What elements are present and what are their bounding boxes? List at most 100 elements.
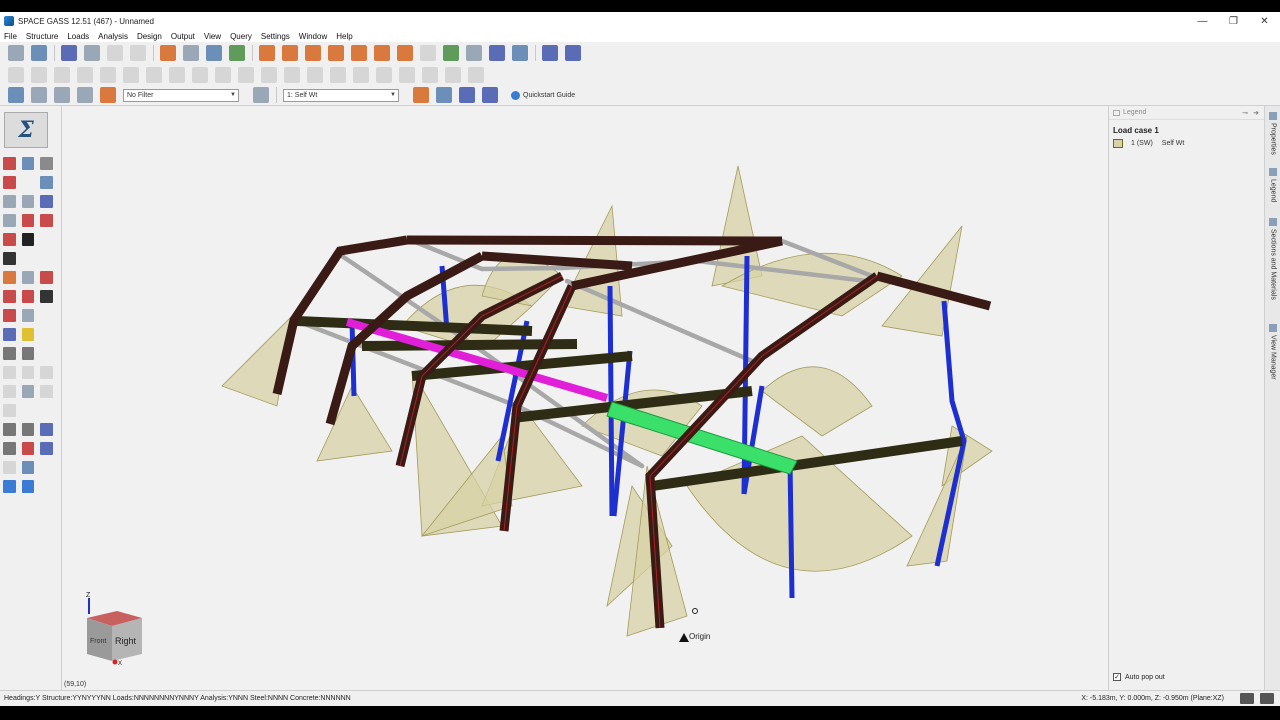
- load-display-icon[interactable]: [413, 87, 429, 103]
- wall-tool-icon[interactable]: [21, 290, 35, 303]
- render-tool-icon[interactable]: [21, 233, 35, 246]
- section-tool-icon[interactable]: [40, 214, 54, 227]
- analysis-icon[interactable]: [443, 45, 459, 61]
- window-select-icon[interactable]: [21, 480, 35, 493]
- move-icon[interactable]: [100, 66, 116, 83]
- load-case-select[interactable]: 1: Self Wt ▼: [283, 88, 399, 102]
- join-icon[interactable]: [376, 66, 392, 83]
- disabled-tool-icon[interactable]: [3, 385, 16, 398]
- support-tool-icon[interactable]: [3, 328, 16, 341]
- udl-tool-icon[interactable]: [3, 271, 16, 284]
- redo-icon[interactable]: [130, 45, 146, 61]
- display-icon[interactable]: [8, 87, 24, 103]
- disabled-tool-icon[interactable]: [40, 385, 54, 398]
- delete-icon[interactable]: [77, 66, 93, 83]
- pen-tool-icon[interactable]: [40, 176, 54, 189]
- menu-structure[interactable]: Structure: [26, 32, 58, 41]
- tab-properties[interactable]: Properties: [1267, 112, 1279, 155]
- tab-sections-materials[interactable]: Sections and Materials: [1267, 218, 1279, 300]
- screen-icon[interactable]: [1260, 693, 1274, 704]
- restore-button[interactable]: ❐: [1218, 12, 1249, 30]
- disabled-tool-icon[interactable]: [3, 404, 16, 417]
- pause-icon[interactable]: [1240, 693, 1254, 704]
- table-icon[interactable]: [206, 45, 222, 61]
- mirror-icon[interactable]: [146, 66, 162, 83]
- highlight-tool-icon[interactable]: [21, 328, 35, 341]
- checkbox-icon[interactable]: ✓: [1113, 673, 1121, 681]
- subdivide-icon[interactable]: [215, 66, 231, 83]
- cleanup-icon[interactable]: [468, 66, 484, 83]
- close-button[interactable]: ✕: [1249, 12, 1280, 30]
- plate-icon[interactable]: [328, 45, 344, 61]
- curve-tool-icon[interactable]: [21, 195, 35, 208]
- camera-icon[interactable]: [466, 45, 482, 61]
- renumber-icon[interactable]: [330, 66, 346, 83]
- select-icon[interactable]: [160, 45, 176, 61]
- undo-icon[interactable]: [107, 45, 123, 61]
- menu-design[interactable]: Design: [137, 32, 162, 41]
- frame-icon[interactable]: [3, 442, 16, 455]
- copy-icon[interactable]: [31, 66, 47, 83]
- tab-view-manager[interactable]: View Manager: [1267, 324, 1279, 380]
- graph-icon[interactable]: [512, 45, 528, 61]
- cup-tool-icon[interactable]: [40, 271, 54, 284]
- menu-help[interactable]: Help: [336, 32, 352, 41]
- pin-icon[interactable]: ⊸: [1242, 109, 1248, 117]
- align-icon[interactable]: [307, 66, 323, 83]
- menu-output[interactable]: Output: [171, 32, 195, 41]
- offset-icon[interactable]: [284, 66, 300, 83]
- table-tool-icon[interactable]: [21, 442, 35, 455]
- graphics-viewport[interactable]: Origin Z Front Right X (59,10): [62, 106, 1108, 690]
- menu-window[interactable]: Window: [299, 32, 327, 41]
- disabled-tool-icon[interactable]: [21, 366, 35, 379]
- link-tool-icon[interactable]: [40, 195, 54, 208]
- restraint-icon[interactable]: [305, 45, 321, 61]
- xy-plane-icon[interactable]: [3, 347, 16, 360]
- results-icon[interactable]: [482, 87, 498, 103]
- beam-icon[interactable]: [397, 45, 413, 61]
- angle-tool-icon[interactable]: [3, 233, 16, 246]
- filter-select[interactable]: No Filter ▼: [123, 88, 239, 102]
- menu-loads[interactable]: Loads: [67, 32, 89, 41]
- edit-icon[interactable]: [8, 66, 24, 83]
- print-icon[interactable]: [84, 45, 100, 61]
- crosshair-icon[interactable]: [21, 423, 35, 436]
- view-icon[interactable]: [565, 45, 581, 61]
- node-tool-icon[interactable]: [3, 157, 16, 170]
- disabled-tool-icon[interactable]: [3, 366, 16, 379]
- minimize-button[interactable]: —: [1187, 12, 1218, 30]
- plate-mesh-icon[interactable]: [445, 66, 461, 83]
- paste-icon[interactable]: [54, 66, 70, 83]
- diagram-icon[interactable]: [436, 87, 452, 103]
- hatch-tool-icon[interactable]: [3, 214, 16, 227]
- circle-tool-icon[interactable]: [3, 309, 16, 322]
- merge-icon[interactable]: [238, 66, 254, 83]
- panel-tool-icon[interactable]: [21, 461, 35, 474]
- pointer-tool-icon[interactable]: [3, 480, 16, 493]
- intersect-icon[interactable]: [192, 66, 208, 83]
- menu-settings[interactable]: Settings: [261, 32, 290, 41]
- rotate-member-icon[interactable]: [123, 66, 139, 83]
- moment-icon[interactable]: [374, 45, 390, 61]
- tab-legend[interactable]: Legend: [1267, 168, 1279, 202]
- menu-file[interactable]: File: [4, 32, 17, 41]
- extrude-icon[interactable]: [169, 66, 185, 83]
- ruler-icon[interactable]: [77, 87, 93, 103]
- link-icon[interactable]: [420, 45, 436, 61]
- grid-snap-icon[interactable]: [3, 423, 16, 436]
- split-icon[interactable]: [399, 66, 415, 83]
- grid-color-icon[interactable]: [100, 87, 116, 103]
- auto-pop-out-toggle[interactable]: ✓ Auto pop out: [1113, 673, 1165, 681]
- structure-wizard-icon[interactable]: [229, 45, 245, 61]
- grid-tool-icon[interactable]: [40, 157, 54, 170]
- flat-tool-icon[interactable]: [21, 271, 35, 284]
- ibeam-tool-icon[interactable]: [40, 290, 54, 303]
- quickstart-guide-button[interactable]: Quickstart Guide: [511, 90, 575, 100]
- close-panel-icon[interactable]: ➜: [1253, 109, 1259, 117]
- member-icon[interactable]: [282, 45, 298, 61]
- menu-view[interactable]: View: [204, 32, 221, 41]
- load-icon[interactable]: [351, 45, 367, 61]
- save-icon[interactable]: [61, 45, 77, 61]
- new-file-icon[interactable]: [8, 45, 24, 61]
- snapshot-icon[interactable]: [54, 87, 70, 103]
